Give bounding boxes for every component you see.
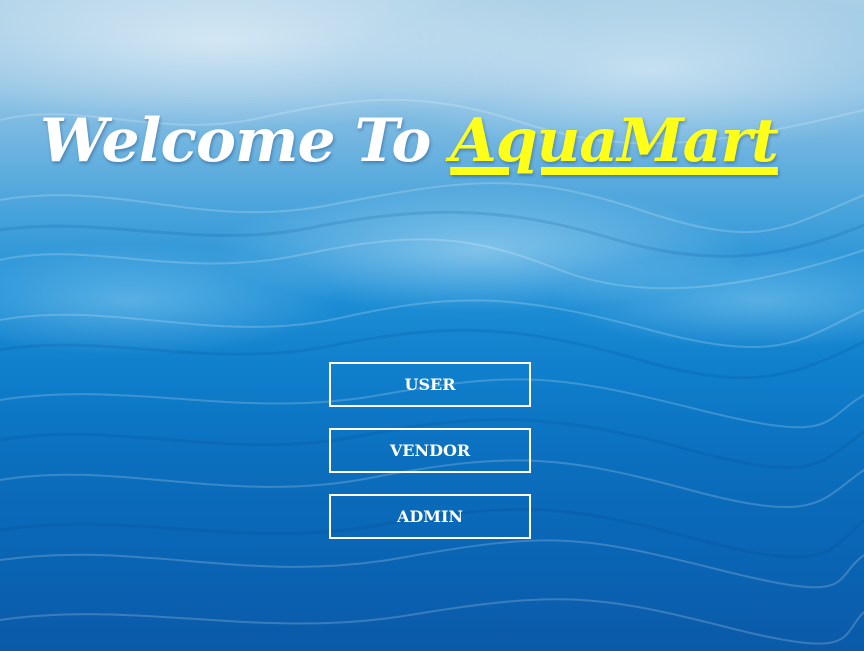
welcome-text: Welcome To bbox=[40, 106, 431, 176]
vendor-button[interactable]: VENDOR bbox=[329, 428, 531, 473]
welcome-title: Welcome To AquaMart bbox=[40, 86, 840, 196]
brand-name: AquaMart bbox=[450, 106, 779, 176]
role-selection-menu: USER VENDOR ADMIN bbox=[329, 362, 531, 560]
admin-button[interactable]: ADMIN bbox=[329, 494, 531, 539]
user-button[interactable]: USER bbox=[329, 362, 531, 407]
